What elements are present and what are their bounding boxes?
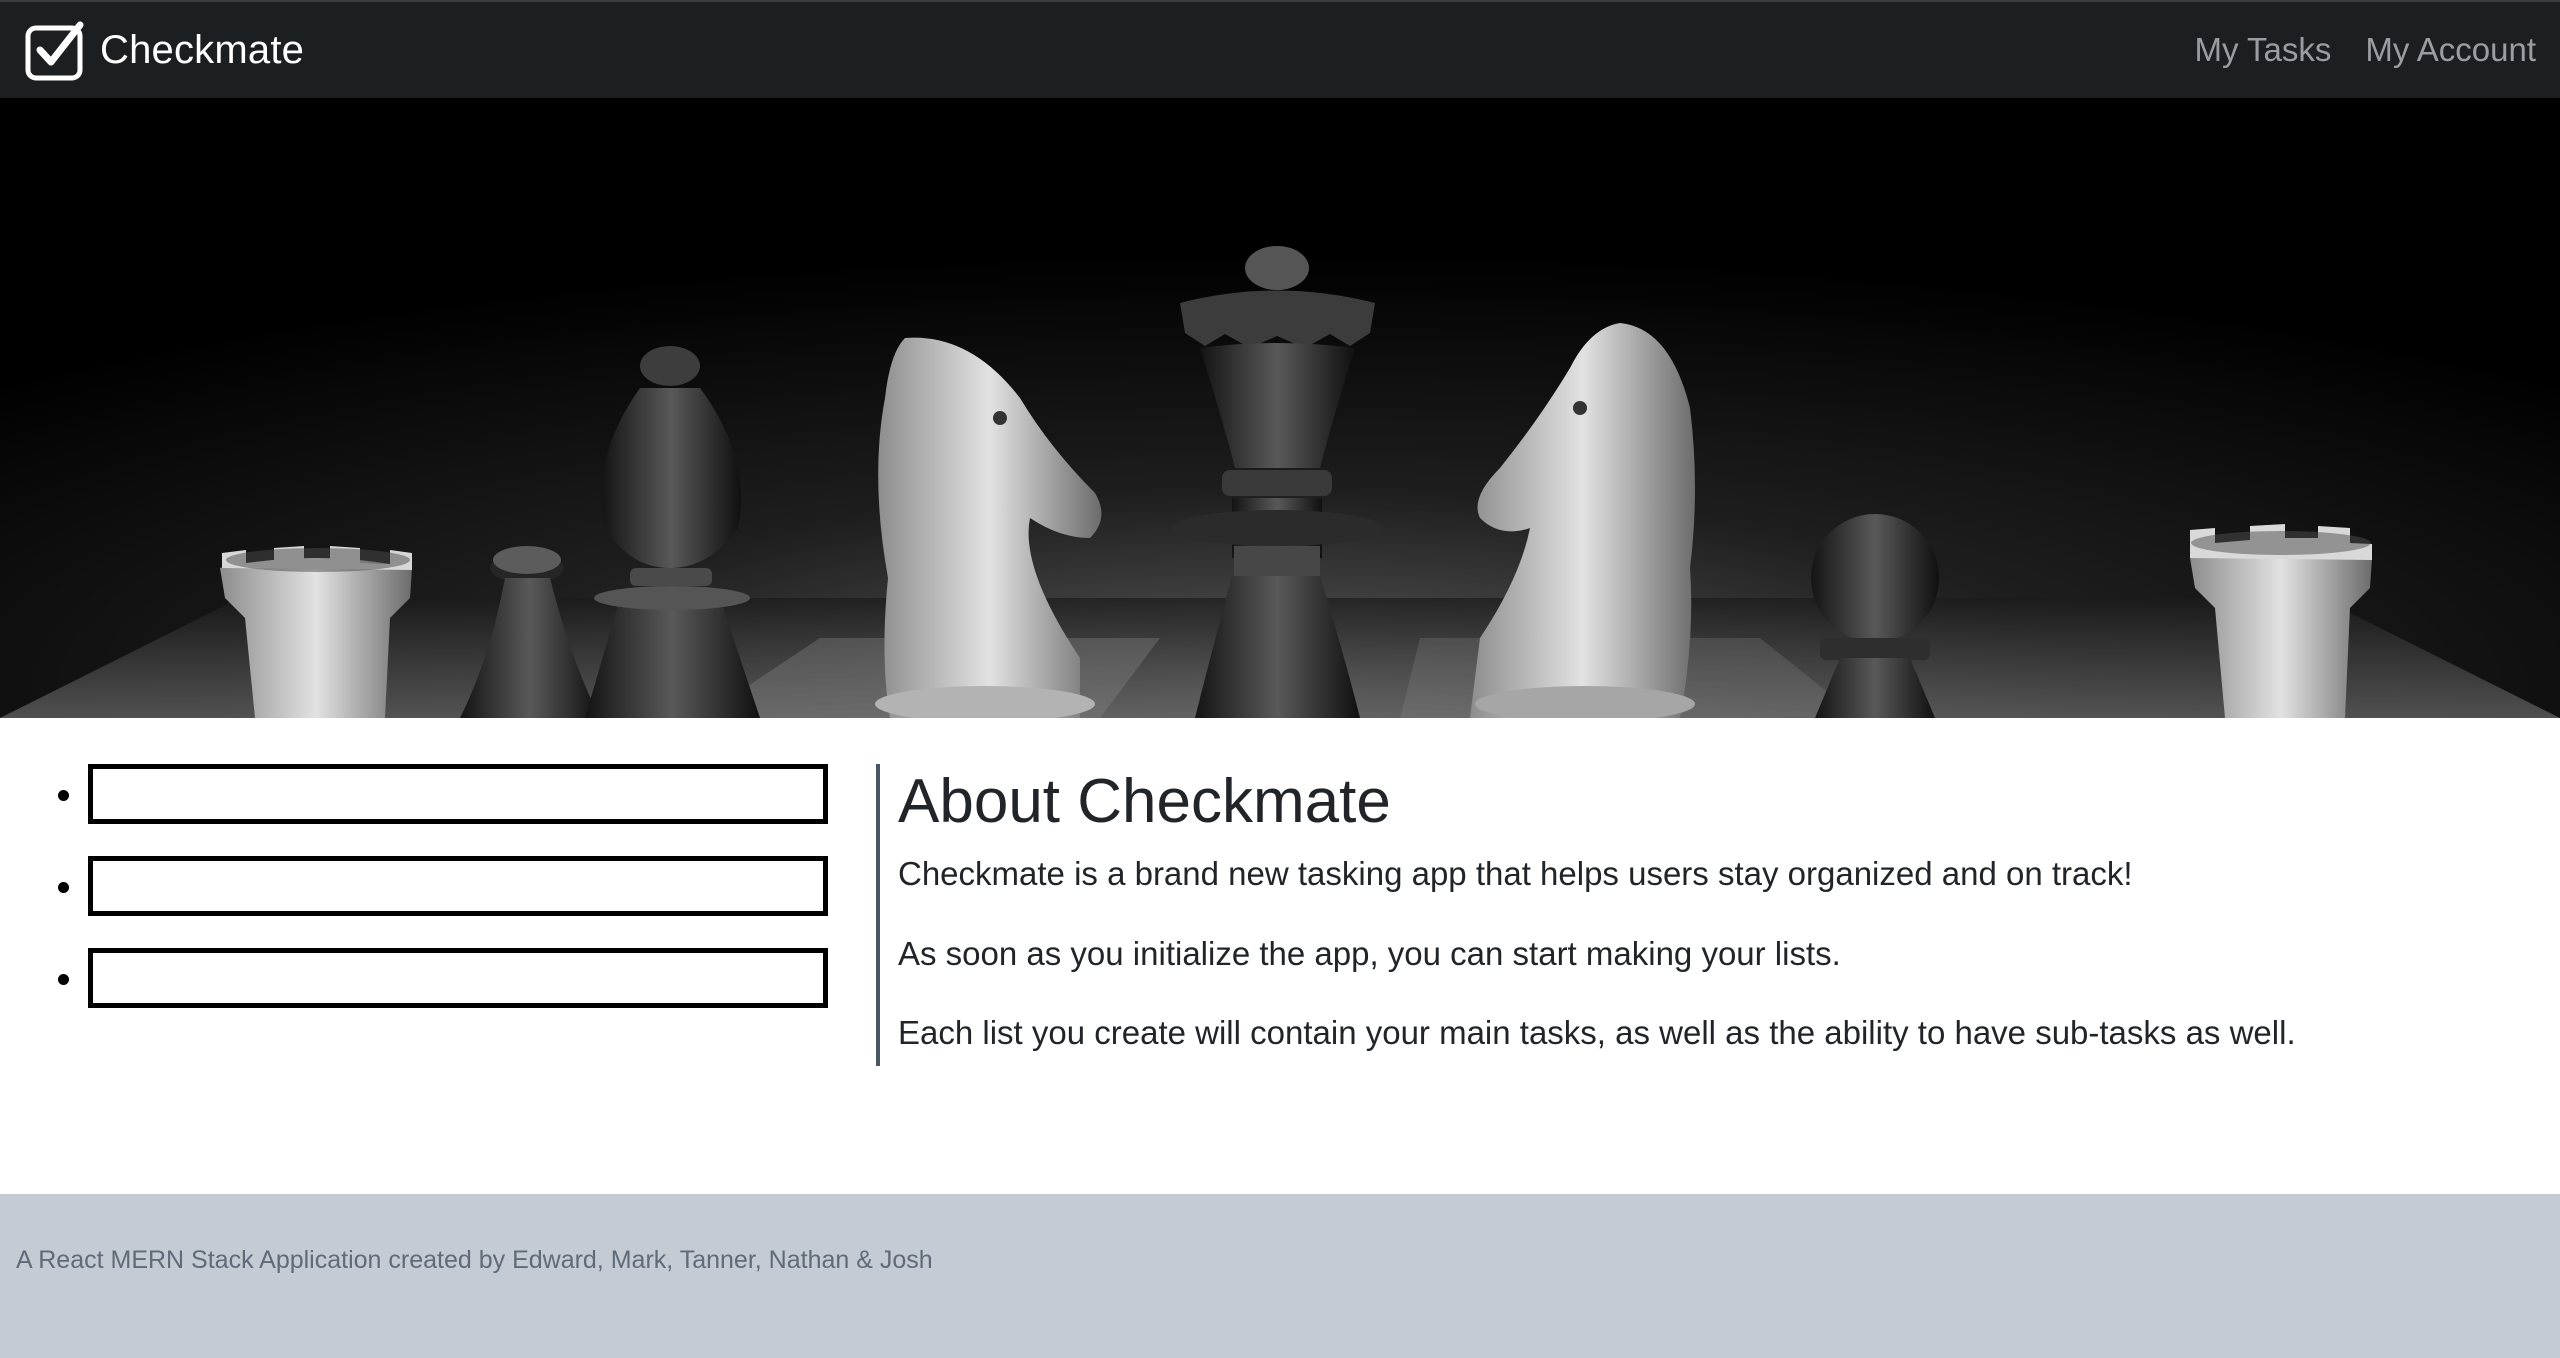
about-title: About Checkmate: [898, 767, 1391, 836]
footer-credit: A React MERN Stack Application created b…: [16, 1246, 933, 1274]
nav-link-my-tasks[interactable]: My Tasks: [2195, 31, 2332, 69]
task-box-1[interactable]: [88, 764, 828, 824]
checkbox-logo-icon: [25, 21, 84, 81]
task-box-list: [58, 764, 838, 1040]
nav-links: My Tasks My Account: [2195, 31, 2537, 69]
about-paragraph-1: Checkmate is a brand new tasking app tha…: [898, 855, 2133, 893]
task-box-3[interactable]: [88, 948, 828, 1008]
brand-link[interactable]: Checkmate: [24, 1, 304, 99]
main-content: About Checkmate Checkmate is a brand new…: [0, 718, 2560, 1194]
about-paragraph-2: As soon as you initialize the app, you c…: [898, 934, 1841, 972]
hero-chess-image: [0, 98, 2560, 718]
list-item: [58, 856, 838, 948]
footer: A React MERN Stack Application created b…: [0, 1194, 2560, 1358]
about-section: About Checkmate Checkmate is a brand new…: [876, 764, 2476, 1066]
navbar: Checkmate My Tasks My Account: [0, 0, 2560, 98]
brand-name: Checkmate: [100, 27, 305, 72]
bullet-icon: [58, 882, 69, 893]
list-item: [58, 948, 838, 1040]
task-box-2[interactable]: [88, 856, 828, 916]
bullet-icon: [58, 790, 69, 801]
chess-pieces-illustration: [0, 98, 2560, 718]
list-item: [58, 764, 838, 856]
about-paragraph-3: Each list you create will contain your m…: [898, 1014, 2296, 1052]
bullet-icon: [58, 974, 69, 985]
nav-link-my-account[interactable]: My Account: [2365, 31, 2536, 69]
